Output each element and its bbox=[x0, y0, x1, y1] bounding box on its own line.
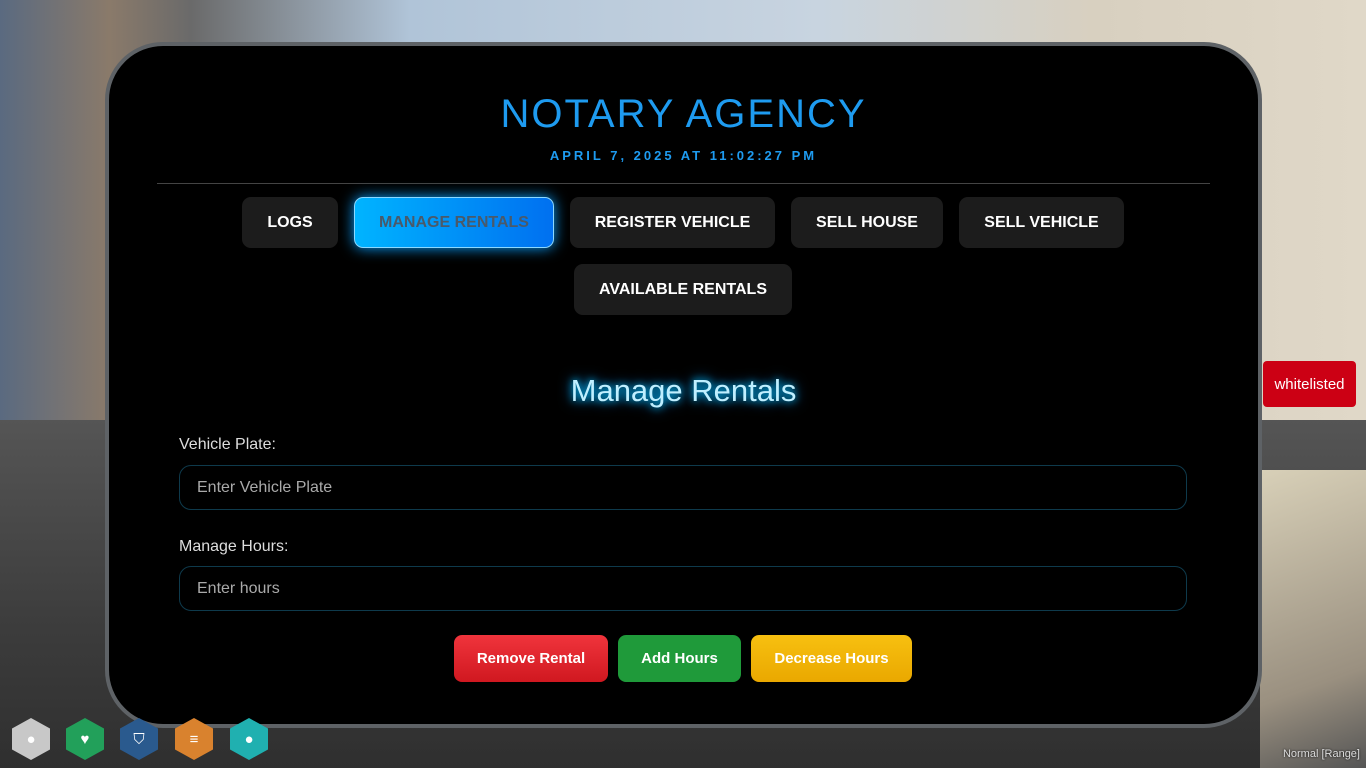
tab-logs[interactable]: LOGS bbox=[242, 197, 338, 248]
page-title: NOTARY AGENCY bbox=[500, 92, 867, 136]
section-heading: Manage Rentals bbox=[570, 373, 797, 408]
voice-mode: Normal [Range] bbox=[1282, 748, 1360, 760]
decrease-hours-button[interactable]: Decrease Hours bbox=[751, 635, 912, 682]
add-hours-button[interactable]: Add Hours bbox=[618, 635, 741, 682]
hours-input[interactable] bbox=[179, 566, 1187, 611]
remove-rental-button[interactable]: Remove Rental bbox=[454, 635, 608, 682]
tab-sell-vehicle[interactable]: SELL VEHICLE bbox=[959, 197, 1124, 248]
tab-sell-house[interactable]: SELL HOUSE bbox=[791, 197, 943, 248]
divider bbox=[157, 183, 1210, 184]
notary-tablet: NOTARY AGENCY APRIL 7, 2025 AT 11:02:27 … bbox=[105, 42, 1262, 728]
manage-hours-label: Manage Hours: bbox=[179, 538, 289, 555]
vehicle-plate-input[interactable] bbox=[179, 465, 1187, 510]
vehicle-plate-label: Vehicle Plate: bbox=[179, 436, 276, 453]
tab-register-vehicle[interactable]: REGISTER VEHICLE bbox=[570, 197, 775, 248]
tab-available-rentals[interactable]: AVAILABLE RENTALS bbox=[574, 264, 792, 315]
tab-manage-rentals[interactable]: MANAGE RENTALS bbox=[354, 197, 554, 248]
game-background-street bbox=[1260, 470, 1366, 768]
datetime: APRIL 7, 2025 AT 11:02:27 PM bbox=[549, 148, 818, 163]
status-badge: whitelisted bbox=[1263, 361, 1356, 407]
